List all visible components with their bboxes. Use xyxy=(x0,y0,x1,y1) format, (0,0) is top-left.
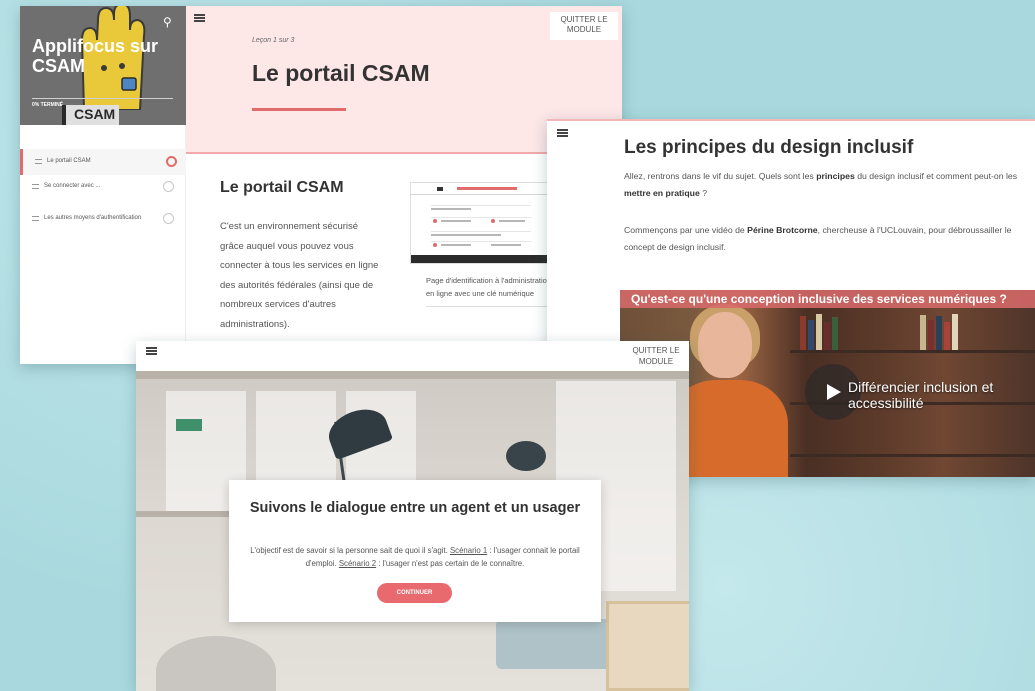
list-icon xyxy=(35,159,42,164)
progress-line xyxy=(32,98,173,99)
image-caption: Page d'identification à l'administration… xyxy=(426,276,552,298)
progress-circle-icon xyxy=(163,213,174,224)
sidebar-item-se-connecter[interactable]: Se connecter avec ... xyxy=(20,174,186,200)
intro-paragraph: Allez, rentrons dans le vif du sujet. Qu… xyxy=(624,171,1018,198)
caption-divider xyxy=(426,306,554,307)
list-icon xyxy=(32,184,39,189)
hamburger-menu-icon[interactable] xyxy=(194,14,205,22)
lesson-counter: Leçon 1 sur 3 xyxy=(252,37,295,44)
scenario-1-link[interactable]: Scénario 1 xyxy=(450,546,487,555)
thumbnail-row xyxy=(431,231,531,237)
video-intro-paragraph: Commençons par une vidéo de Périne Brotc… xyxy=(624,225,1012,252)
dialogue-body: L'objectif est de savoir si la personne … xyxy=(250,546,580,568)
chair xyxy=(156,636,276,691)
quit-module-button[interactable]: QUITTER LE MODULE xyxy=(550,12,618,40)
progress-circle-icon xyxy=(163,181,174,192)
sidebar-item-portail-csam[interactable]: Le portail CSAM xyxy=(20,149,186,175)
thumbnail-row xyxy=(431,205,531,211)
thumbnail-row xyxy=(431,241,531,247)
title-underline xyxy=(252,108,346,111)
bookshelf xyxy=(800,310,1030,350)
thumbnail-title xyxy=(457,187,517,190)
exit-sign xyxy=(176,419,202,431)
wooden-shelf xyxy=(606,601,689,691)
dialogue-card: Suivons le dialogue entre un agent et un… xyxy=(229,480,601,622)
sidebar-item-autres-moyens[interactable]: Les autres moyens d'authentification xyxy=(20,206,186,238)
hamburger-menu-icon[interactable] xyxy=(146,347,157,355)
list-icon xyxy=(32,216,39,221)
thumbnail-header xyxy=(411,183,549,195)
video-title-banner: Qu'est-ce qu'une conception inclusive de… xyxy=(620,290,1035,308)
thumbnail-logo xyxy=(437,187,443,191)
continue-button[interactable]: CONTINUER xyxy=(377,583,452,603)
sidebar-item-label: Les autres moyens d'authentification xyxy=(44,215,142,221)
sidebar-header: Applifocus sur CSAM ⚲ 0% TERMINÉ CSAM xyxy=(20,6,186,125)
hamburger-menu-icon[interactable] xyxy=(557,129,568,137)
csam-logo: CSAM xyxy=(62,105,120,125)
lesson-title: Le portail CSAM xyxy=(252,60,430,86)
speaker-face xyxy=(698,312,752,378)
course-sidebar: Applifocus sur CSAM ⚲ 0% TERMINÉ CSAM Le… xyxy=(20,6,186,364)
lamp-shade xyxy=(506,441,546,471)
thumbnail-row xyxy=(431,217,531,223)
dialogue-title: Suivons le dialogue entre un agent et un… xyxy=(249,500,581,516)
sidebar-item-label: Se connecter avec ... xyxy=(44,183,101,189)
quit-module-button[interactable]: QUITTER LE MODULE xyxy=(624,345,688,367)
course-title: Applifocus sur CSAM xyxy=(32,36,159,76)
section-body: C'est un environnement sécurisé grâce au… xyxy=(220,221,379,330)
scenario-2-link[interactable]: Scénario 2 xyxy=(339,559,376,568)
screenshot-thumbnail[interactable] xyxy=(410,182,550,264)
thumbnail-footer xyxy=(411,255,549,263)
sidebar-item-label: Le portail CSAM xyxy=(47,158,91,164)
progress-circle-icon xyxy=(166,156,177,167)
page-title: Les principes du design inclusif xyxy=(624,137,914,158)
progress-text: 0% TERMINÉ xyxy=(32,102,64,108)
course-window: Applifocus sur CSAM ⚲ 0% TERMINÉ CSAM Le… xyxy=(20,6,622,364)
video-caption: Différencier inclusion et accessibilité xyxy=(848,379,994,411)
search-icon[interactable]: ⚲ xyxy=(163,15,172,29)
section-title: Le portail CSAM xyxy=(220,179,344,196)
